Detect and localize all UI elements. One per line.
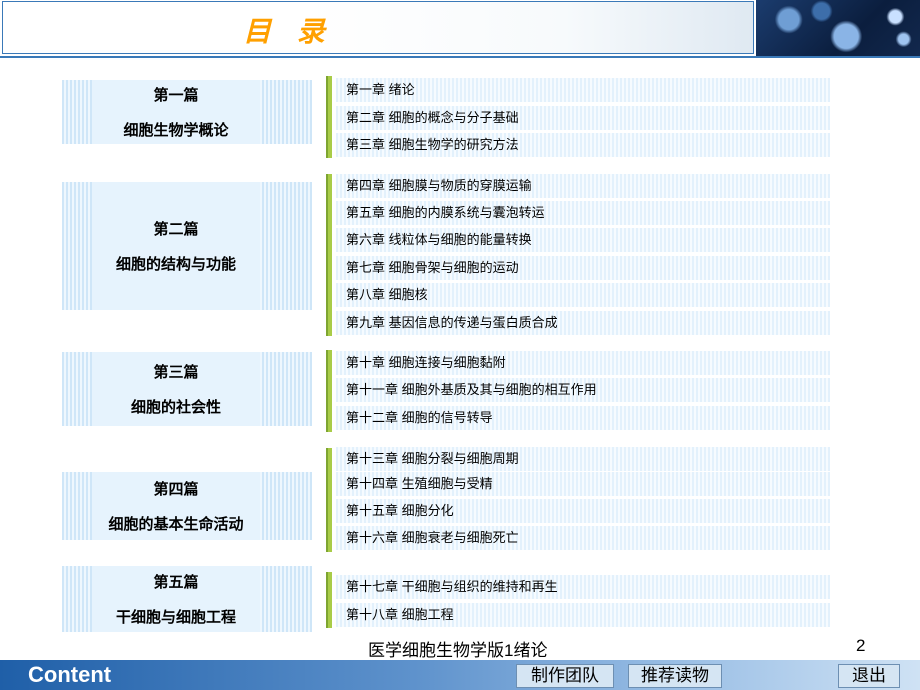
part-3-box[interactable]: 第三篇 细胞的社会性 [62,352,312,426]
part-5-box[interactable]: 第五篇 干细胞与细胞工程 [62,566,312,632]
bottom-nav-bar: Content 制作团队 推荐读物 退出 [0,660,920,690]
chapter-row[interactable]: 第二章 细胞的概念与分子基础 [336,106,830,130]
part-4-box[interactable]: 第四篇 细胞的基本生命活动 [62,472,312,540]
part-5-bracket [326,572,332,628]
title-banner: 目 录 [2,1,754,54]
part-2-box[interactable]: 第二篇 细胞的结构与功能 [62,182,312,310]
part-2-bracket [326,174,332,336]
chapter-row[interactable]: 第十二章 细胞的信号转导 [336,406,830,430]
chapter-row[interactable]: 第十章 细胞连接与细胞黏附 [336,351,830,375]
chapter-row[interactable]: 第十七章 干细胞与组织的维持和再生 [336,575,830,599]
part-1-title: 第一篇 [153,87,199,104]
part-3-subtitle: 细胞的社会性 [130,399,221,416]
part-1-subtitle: 细胞生物学概论 [123,122,229,139]
chapter-row[interactable]: 第一章 绪论 [336,78,830,102]
part-2-subtitle: 细胞的结构与功能 [115,256,236,273]
part-5-subtitle: 干细胞与细胞工程 [115,609,236,626]
part-4-title: 第四篇 [153,481,199,498]
chapter-row[interactable]: 第六章 线粒体与细胞的能量转换 [336,228,830,252]
chapter-row[interactable]: 第八章 细胞核 [336,283,830,307]
team-button[interactable]: 制作团队 [516,664,614,688]
part-3-bracket [326,350,332,432]
cell-micrograph-image [756,0,920,56]
page-number: 2 [856,636,866,655]
slide-header: 目 录 [0,0,920,58]
part-3-title: 第三篇 [153,364,199,381]
chapter-row[interactable]: 第十一章 细胞外基质及其与细胞的相互作用 [336,378,830,402]
chapter-row[interactable]: 第十八章 细胞工程 [336,603,830,627]
page-title: 目 录 [243,15,333,48]
content-label: Content [28,662,112,687]
part-5-title: 第五篇 [153,574,199,591]
part-4-bracket [326,448,332,552]
chapter-row[interactable]: 第四章 细胞膜与物质的穿膜运输 [336,174,830,198]
chapter-row[interactable]: 第十四章 生殖细胞与受精 [336,472,830,496]
chapter-row[interactable]: 第十五章 细胞分化 [336,499,830,523]
part-1-bracket [326,76,332,158]
chapter-row[interactable]: 第九章 基因信息的传递与蛋白质合成 [336,311,830,335]
chapter-row[interactable]: 第十三章 细胞分裂与细胞周期 [336,447,830,471]
reading-button[interactable]: 推荐读物 [628,664,722,688]
chapter-row[interactable]: 第三章 细胞生物学的研究方法 [336,133,830,157]
slide-caption: 医学细胞生物学版1绪论 [368,641,548,660]
part-1-box[interactable]: 第一篇 细胞生物学概论 [62,80,312,144]
exit-button[interactable]: 退出 [838,664,900,688]
part-4-subtitle: 细胞的基本生命活动 [108,516,244,533]
part-2-title: 第二篇 [153,221,199,238]
header-divider [0,56,920,58]
chapter-row[interactable]: 第七章 细胞骨架与细胞的运动 [336,256,830,280]
chapter-row[interactable]: 第五章 细胞的内膜系统与囊泡转运 [336,201,830,225]
chapter-row[interactable]: 第十六章 细胞衰老与细胞死亡 [336,526,830,550]
